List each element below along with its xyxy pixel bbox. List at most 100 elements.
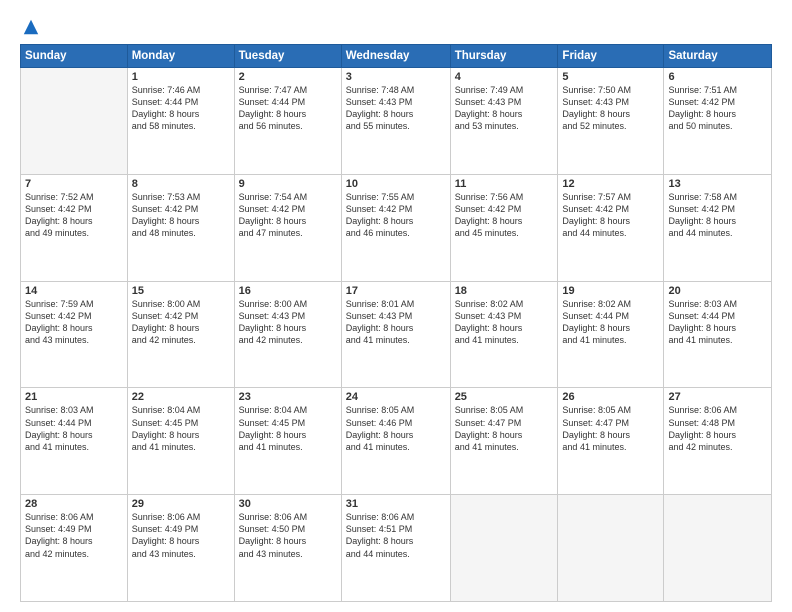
calendar-cell: 11Sunrise: 7:56 AM Sunset: 4:42 PM Dayli…: [450, 174, 558, 281]
day-number: 3: [346, 71, 446, 83]
day-number: 8: [132, 178, 230, 190]
weekday-thursday: Thursday: [450, 45, 558, 68]
cell-content: Sunrise: 7:54 AM Sunset: 4:42 PM Dayligh…: [239, 191, 337, 240]
cell-content: Sunrise: 8:00 AM Sunset: 4:42 PM Dayligh…: [132, 298, 230, 347]
calendar-cell: [664, 495, 772, 602]
weekday-sunday: Sunday: [21, 45, 128, 68]
day-number: 19: [562, 285, 659, 297]
cell-content: Sunrise: 8:05 AM Sunset: 4:46 PM Dayligh…: [346, 404, 446, 453]
day-number: 16: [239, 285, 337, 297]
calendar-table: SundayMondayTuesdayWednesdayThursdayFrid…: [20, 44, 772, 602]
cell-content: Sunrise: 8:04 AM Sunset: 4:45 PM Dayligh…: [132, 404, 230, 453]
cell-content: Sunrise: 7:55 AM Sunset: 4:42 PM Dayligh…: [346, 191, 446, 240]
cell-content: Sunrise: 7:53 AM Sunset: 4:42 PM Dayligh…: [132, 191, 230, 240]
day-number: 21: [25, 391, 123, 403]
calendar-cell: 27Sunrise: 8:06 AM Sunset: 4:48 PM Dayli…: [664, 388, 772, 495]
day-number: 25: [455, 391, 554, 403]
calendar-cell: 26Sunrise: 8:05 AM Sunset: 4:47 PM Dayli…: [558, 388, 664, 495]
calendar-cell: 15Sunrise: 8:00 AM Sunset: 4:42 PM Dayli…: [127, 281, 234, 388]
calendar-cell: 3Sunrise: 7:48 AM Sunset: 4:43 PM Daylig…: [341, 68, 450, 175]
weekday-monday: Monday: [127, 45, 234, 68]
page: SundayMondayTuesdayWednesdayThursdayFrid…: [0, 0, 792, 612]
day-number: 20: [668, 285, 767, 297]
cell-content: Sunrise: 7:59 AM Sunset: 4:42 PM Dayligh…: [25, 298, 123, 347]
weekday-header-row: SundayMondayTuesdayWednesdayThursdayFrid…: [21, 45, 772, 68]
calendar-cell: 25Sunrise: 8:05 AM Sunset: 4:47 PM Dayli…: [450, 388, 558, 495]
header: [20, 18, 772, 36]
calendar-cell: 4Sunrise: 7:49 AM Sunset: 4:43 PM Daylig…: [450, 68, 558, 175]
cell-content: Sunrise: 8:06 AM Sunset: 4:51 PM Dayligh…: [346, 511, 446, 560]
day-number: 4: [455, 71, 554, 83]
cell-content: Sunrise: 7:52 AM Sunset: 4:42 PM Dayligh…: [25, 191, 123, 240]
cell-content: Sunrise: 7:57 AM Sunset: 4:42 PM Dayligh…: [562, 191, 659, 240]
cell-content: Sunrise: 7:47 AM Sunset: 4:44 PM Dayligh…: [239, 84, 337, 133]
day-number: 18: [455, 285, 554, 297]
calendar-cell: 12Sunrise: 7:57 AM Sunset: 4:42 PM Dayli…: [558, 174, 664, 281]
day-number: 15: [132, 285, 230, 297]
week-row-3: 21Sunrise: 8:03 AM Sunset: 4:44 PM Dayli…: [21, 388, 772, 495]
calendar-cell: 31Sunrise: 8:06 AM Sunset: 4:51 PM Dayli…: [341, 495, 450, 602]
day-number: 29: [132, 498, 230, 510]
cell-content: Sunrise: 8:06 AM Sunset: 4:50 PM Dayligh…: [239, 511, 337, 560]
cell-content: Sunrise: 8:02 AM Sunset: 4:44 PM Dayligh…: [562, 298, 659, 347]
calendar-cell: 21Sunrise: 8:03 AM Sunset: 4:44 PM Dayli…: [21, 388, 128, 495]
cell-content: Sunrise: 8:06 AM Sunset: 4:49 PM Dayligh…: [25, 511, 123, 560]
cell-content: Sunrise: 7:50 AM Sunset: 4:43 PM Dayligh…: [562, 84, 659, 133]
day-number: 14: [25, 285, 123, 297]
day-number: 5: [562, 71, 659, 83]
day-number: 9: [239, 178, 337, 190]
calendar-cell: 14Sunrise: 7:59 AM Sunset: 4:42 PM Dayli…: [21, 281, 128, 388]
calendar-cell: 22Sunrise: 8:04 AM Sunset: 4:45 PM Dayli…: [127, 388, 234, 495]
day-number: 26: [562, 391, 659, 403]
calendar-cell: 24Sunrise: 8:05 AM Sunset: 4:46 PM Dayli…: [341, 388, 450, 495]
logo-icon: [22, 18, 40, 36]
cell-content: Sunrise: 7:56 AM Sunset: 4:42 PM Dayligh…: [455, 191, 554, 240]
cell-content: Sunrise: 8:06 AM Sunset: 4:48 PM Dayligh…: [668, 404, 767, 453]
cell-content: Sunrise: 7:49 AM Sunset: 4:43 PM Dayligh…: [455, 84, 554, 133]
day-number: 23: [239, 391, 337, 403]
day-number: 1: [132, 71, 230, 83]
cell-content: Sunrise: 8:06 AM Sunset: 4:49 PM Dayligh…: [132, 511, 230, 560]
cell-content: Sunrise: 8:05 AM Sunset: 4:47 PM Dayligh…: [455, 404, 554, 453]
calendar-cell: 2Sunrise: 7:47 AM Sunset: 4:44 PM Daylig…: [234, 68, 341, 175]
day-number: 24: [346, 391, 446, 403]
calendar-cell: 29Sunrise: 8:06 AM Sunset: 4:49 PM Dayli…: [127, 495, 234, 602]
calendar-cell: 19Sunrise: 8:02 AM Sunset: 4:44 PM Dayli…: [558, 281, 664, 388]
cell-content: Sunrise: 8:03 AM Sunset: 4:44 PM Dayligh…: [25, 404, 123, 453]
cell-content: Sunrise: 8:04 AM Sunset: 4:45 PM Dayligh…: [239, 404, 337, 453]
day-number: 13: [668, 178, 767, 190]
week-row-4: 28Sunrise: 8:06 AM Sunset: 4:49 PM Dayli…: [21, 495, 772, 602]
cell-content: Sunrise: 7:51 AM Sunset: 4:42 PM Dayligh…: [668, 84, 767, 133]
cell-content: Sunrise: 7:48 AM Sunset: 4:43 PM Dayligh…: [346, 84, 446, 133]
logo: [20, 18, 40, 36]
day-number: 10: [346, 178, 446, 190]
day-number: 22: [132, 391, 230, 403]
calendar-cell: [21, 68, 128, 175]
calendar-cell: [558, 495, 664, 602]
weekday-saturday: Saturday: [664, 45, 772, 68]
day-number: 30: [239, 498, 337, 510]
day-number: 6: [668, 71, 767, 83]
cell-content: Sunrise: 8:01 AM Sunset: 4:43 PM Dayligh…: [346, 298, 446, 347]
day-number: 31: [346, 498, 446, 510]
calendar-cell: 18Sunrise: 8:02 AM Sunset: 4:43 PM Dayli…: [450, 281, 558, 388]
weekday-wednesday: Wednesday: [341, 45, 450, 68]
weekday-friday: Friday: [558, 45, 664, 68]
calendar-cell: 6Sunrise: 7:51 AM Sunset: 4:42 PM Daylig…: [664, 68, 772, 175]
calendar-cell: 8Sunrise: 7:53 AM Sunset: 4:42 PM Daylig…: [127, 174, 234, 281]
cell-content: Sunrise: 8:02 AM Sunset: 4:43 PM Dayligh…: [455, 298, 554, 347]
day-number: 28: [25, 498, 123, 510]
calendar-cell: 16Sunrise: 8:00 AM Sunset: 4:43 PM Dayli…: [234, 281, 341, 388]
calendar-cell: [450, 495, 558, 602]
day-number: 12: [562, 178, 659, 190]
day-number: 17: [346, 285, 446, 297]
weekday-tuesday: Tuesday: [234, 45, 341, 68]
week-row-2: 14Sunrise: 7:59 AM Sunset: 4:42 PM Dayli…: [21, 281, 772, 388]
calendar-cell: 10Sunrise: 7:55 AM Sunset: 4:42 PM Dayli…: [341, 174, 450, 281]
day-number: 7: [25, 178, 123, 190]
calendar-cell: 23Sunrise: 8:04 AM Sunset: 4:45 PM Dayli…: [234, 388, 341, 495]
cell-content: Sunrise: 7:58 AM Sunset: 4:42 PM Dayligh…: [668, 191, 767, 240]
calendar-cell: 17Sunrise: 8:01 AM Sunset: 4:43 PM Dayli…: [341, 281, 450, 388]
calendar-cell: 9Sunrise: 7:54 AM Sunset: 4:42 PM Daylig…: [234, 174, 341, 281]
calendar-cell: 20Sunrise: 8:03 AM Sunset: 4:44 PM Dayli…: [664, 281, 772, 388]
